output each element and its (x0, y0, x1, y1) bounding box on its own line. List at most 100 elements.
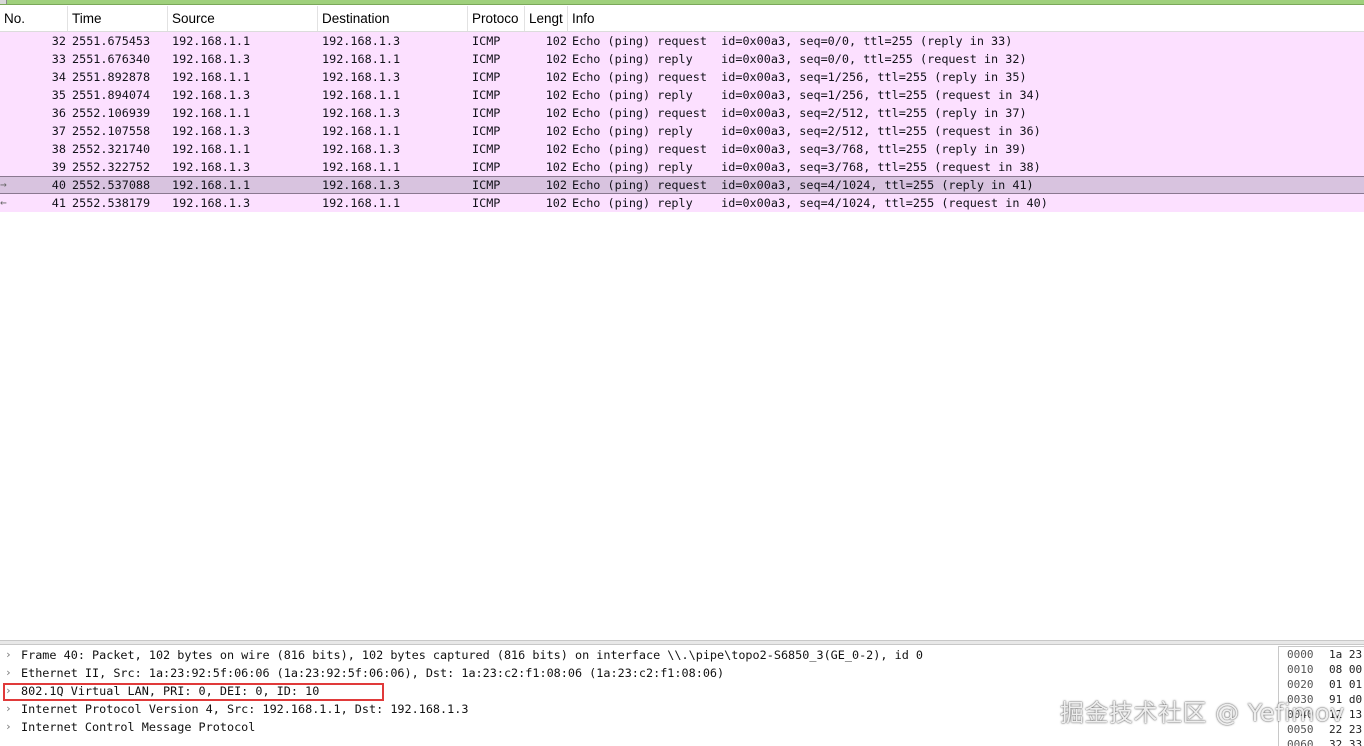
toolbar-corner (0, 0, 7, 4)
packet-row[interactable]: ← 41 2552.538179 192.168.1.3 192.168.1.1 ICMP… (0, 194, 1364, 212)
packet-protocol: ICMP (472, 88, 501, 102)
packet-source: 192.168.1.1 (172, 178, 251, 192)
packet-no: 40 (51, 178, 66, 192)
detail-tree-label: Internet Protocol Version 4, Src: 192.16… (21, 702, 469, 716)
chevron-right-icon[interactable]: › (5, 718, 12, 736)
packet-length: 102 (545, 88, 567, 102)
chevron-right-icon[interactable]: › (5, 646, 12, 664)
packet-destination: 192.168.1.3 (322, 34, 401, 48)
bytes-offset: 0010 (1287, 663, 1314, 676)
packet-protocol: ICMP (472, 124, 501, 138)
packet-destination: 192.168.1.3 (322, 142, 401, 156)
packet-row[interactable]: 36 2552.106939 192.168.1.1 192.168.1.3 ICMP 1… (0, 104, 1364, 122)
pane-splitter[interactable] (0, 640, 1364, 645)
chevron-right-icon[interactable]: › (5, 664, 12, 682)
packet-protocol: ICMP (472, 106, 501, 120)
packet-source: 192.168.1.3 (172, 124, 251, 138)
packet-source: 192.168.1.3 (172, 160, 251, 174)
packet-protocol: ICMP (472, 160, 501, 174)
packet-length: 102 (545, 178, 567, 192)
column-header-source[interactable]: Source (168, 6, 318, 31)
packet-info: Echo (ping) reply id=0x00a3, seq=3/768, … (572, 160, 1041, 174)
packet-time: 2551.676340 (72, 52, 151, 66)
packet-length: 102 (545, 160, 567, 174)
packet-destination: 192.168.1.3 (322, 178, 401, 192)
packet-info: Echo (ping) reply id=0x00a3, seq=2/512, … (572, 124, 1041, 138)
packet-destination: 192.168.1.1 (322, 160, 401, 174)
packet-no: 34 (51, 70, 66, 84)
packet-info: Echo (ping) request id=0x00a3, seq=0/0, … (572, 34, 1013, 48)
column-header-time[interactable]: Time (68, 6, 168, 31)
bytes-row: 0010 08 00 (1279, 662, 1364, 677)
chevron-right-icon[interactable]: › (5, 700, 12, 718)
packet-info: Echo (ping) reply id=0x00a3, seq=0/0, tt… (572, 52, 1027, 66)
packet-no: 36 (51, 106, 66, 120)
bytes-hex: 1a 23 (1329, 648, 1363, 661)
packet-time: 2552.322752 (72, 160, 151, 174)
packet-no: 41 (51, 196, 66, 210)
packet-source: 192.168.1.1 (172, 106, 251, 120)
packet-source: 192.168.1.3 (172, 196, 251, 210)
column-header-destination[interactable]: Destination (318, 6, 468, 31)
column-header-info[interactable]: Info (568, 6, 1364, 31)
packet-protocol: ICMP (472, 196, 501, 210)
packet-length: 102 (545, 124, 567, 138)
packet-list: 32 2551.675453 192.168.1.1 192.168.1.3 ICMP 1… (0, 32, 1364, 212)
packet-row[interactable]: 38 2552.321740 192.168.1.1 192.168.1.3 ICMP 1… (0, 140, 1364, 158)
packet-length: 102 (545, 70, 567, 84)
column-header-no[interactable]: No. (0, 6, 68, 31)
packet-source: 192.168.1.1 (172, 34, 251, 48)
packet-destination: 192.168.1.1 (322, 196, 401, 210)
highlight-box-vlan (3, 683, 384, 701)
packet-info: Echo (ping) request id=0x00a3, seq=2/512… (572, 106, 1027, 120)
packet-time: 2551.892878 (72, 70, 151, 84)
packet-length: 102 (545, 142, 567, 156)
packet-info: Echo (ping) reply id=0x00a3, seq=1/256, … (572, 88, 1041, 102)
packet-time: 2551.894074 (72, 88, 151, 102)
bytes-hex: 08 00 (1329, 663, 1363, 676)
detail-tree-item[interactable]: › Frame 40: Packet, 102 bytes on wire (81… (0, 646, 1272, 664)
packet-row[interactable]: 34 2551.892878 192.168.1.1 192.168.1.3 ICMP 1… (0, 68, 1364, 86)
packet-time: 2551.675453 (72, 34, 151, 48)
detail-tree-label: Ethernet II, Src: 1a:23:92:5f:06:06 (1a:… (21, 666, 725, 680)
packet-no: 32 (51, 34, 66, 48)
packet-time: 2552.321740 (72, 142, 151, 156)
bytes-offset: 0000 (1287, 648, 1314, 661)
packet-no: 39 (51, 160, 66, 174)
packet-destination: 192.168.1.1 (322, 124, 401, 138)
packet-source: 192.168.1.3 (172, 88, 251, 102)
packet-info: Echo (ping) request id=0x00a3, seq=1/256… (572, 70, 1027, 84)
packet-info: Echo (ping) request id=0x00a3, seq=4/102… (572, 178, 1034, 192)
packet-row[interactable]: 32 2551.675453 192.168.1.1 192.168.1.3 ICMP 1… (0, 32, 1364, 50)
detail-tree-label: Frame 40: Packet, 102 bytes on wire (816… (21, 648, 923, 662)
packet-info: Echo (ping) reply id=0x00a3, seq=4/1024,… (572, 196, 1048, 210)
packet-row[interactable]: 35 2551.894074 192.168.1.3 192.168.1.1 ICMP 1… (0, 86, 1364, 104)
bytes-offset: 0020 (1287, 678, 1314, 691)
packet-no: 38 (51, 142, 66, 156)
packet-source: 192.168.1.3 (172, 52, 251, 66)
packet-length: 102 (545, 106, 567, 120)
packet-source: 192.168.1.1 (172, 70, 251, 84)
packet-row[interactable]: → 40 2552.537088 192.168.1.1 192.168.1.3 ICMP… (0, 176, 1364, 194)
packet-source: 192.168.1.1 (172, 142, 251, 156)
column-header-protocol[interactable]: Protoco (468, 6, 525, 31)
packet-length: 102 (545, 52, 567, 66)
detail-tree-label: Internet Control Message Protocol (21, 720, 256, 734)
bytes-row: 0020 01 01 (1279, 677, 1364, 692)
packet-destination: 192.168.1.3 (322, 106, 401, 120)
detail-tree-item[interactable]: › Ethernet II, Src: 1a:23:92:5f:06:06 (1a… (0, 664, 1272, 682)
packet-row[interactable]: 33 2551.676340 192.168.1.3 192.168.1.1 ICMP 1… (0, 50, 1364, 68)
toolbar-strip (0, 0, 1364, 5)
packet-time: 2552.537088 (72, 178, 151, 192)
column-header-length[interactable]: Lengt (525, 6, 568, 31)
packet-protocol: ICMP (472, 34, 501, 48)
watermark: 掘金技术社区 @ Yefimov (1060, 699, 1345, 727)
packet-row[interactable]: 39 2552.322752 192.168.1.3 192.168.1.1 ICMP 1… (0, 158, 1364, 176)
packet-row[interactable]: 37 2552.107558 192.168.1.3 192.168.1.1 ICMP 1… (0, 122, 1364, 140)
packet-destination: 192.168.1.3 (322, 70, 401, 84)
packet-protocol: ICMP (472, 70, 501, 84)
packet-length: 102 (545, 196, 567, 210)
packet-time: 2552.106939 (72, 106, 151, 120)
bytes-row: 0000 1a 23 (1279, 647, 1364, 662)
packet-protocol: ICMP (472, 52, 501, 66)
